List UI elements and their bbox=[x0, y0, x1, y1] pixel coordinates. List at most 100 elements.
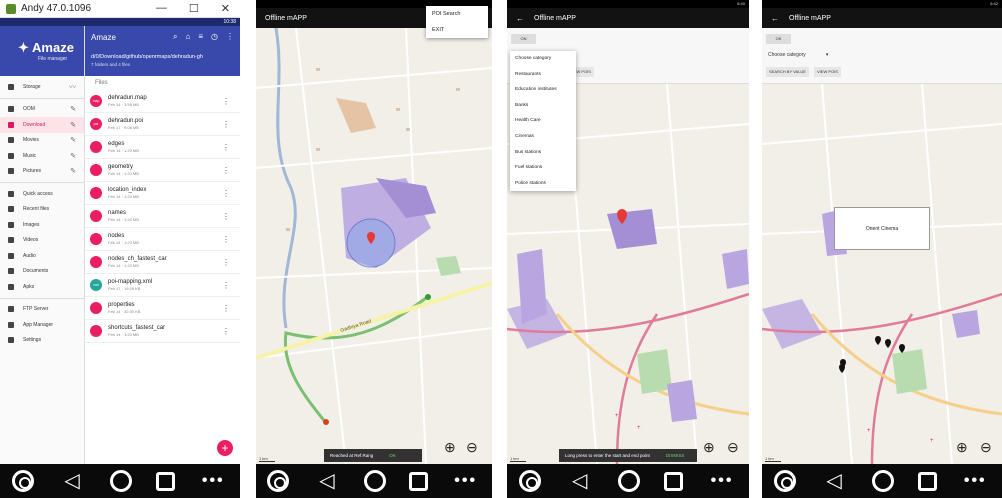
drawer-item-videos[interactable]: Videos bbox=[0, 233, 84, 249]
more-dots-icon[interactable]: ••• bbox=[960, 471, 990, 491]
file-row[interactable]: names Feb 14 · 1:20 MB ⋮ bbox=[85, 205, 240, 228]
category-option[interactable]: Fuel stations bbox=[510, 160, 576, 176]
snackbar-action[interactable]: OK bbox=[389, 453, 396, 458]
menu-item-poi-search[interactable]: POI Search bbox=[426, 6, 488, 22]
drawer-item-quick-access[interactable]: Quick access bbox=[0, 186, 84, 202]
file-menu-icon[interactable]: ⋮ bbox=[222, 258, 230, 267]
andy-home-icon[interactable] bbox=[11, 470, 34, 492]
file-menu-icon[interactable]: ⋮ bbox=[222, 212, 230, 221]
zoom-in-icon[interactable]: ⊕ bbox=[703, 439, 715, 456]
ok-button[interactable]: OK bbox=[766, 34, 791, 44]
more-dots-icon[interactable]: ••• bbox=[451, 471, 481, 491]
home-circle-icon[interactable] bbox=[872, 470, 895, 492]
menu-item-exit[interactable]: EXIT bbox=[426, 22, 488, 38]
home-circle-icon[interactable] bbox=[618, 470, 641, 492]
recents-icon[interactable] bbox=[917, 471, 937, 491]
category-select[interactable]: Choose category ▾ bbox=[768, 52, 828, 58]
map-view[interactable]: Gadhiya Road ⊕ ⊖ 1 km Reached at Ref.Ran… bbox=[256, 28, 492, 464]
drawer-item-app-manager[interactable]: App Manager bbox=[0, 317, 84, 333]
drawer-item-documents[interactable]: Documents bbox=[0, 264, 84, 280]
file-row[interactable]: map dehradun.map Feb 14 · 1:58 MB ⋮ bbox=[85, 90, 240, 113]
zoom-out-icon[interactable]: ⊖ bbox=[466, 439, 478, 456]
view-pois-button[interactable]: VIEW POIS bbox=[814, 67, 841, 77]
add-fab-button[interactable]: + bbox=[217, 440, 233, 456]
recents-icon[interactable] bbox=[664, 471, 684, 491]
drawer-item-settings[interactable]: Settings bbox=[0, 333, 84, 349]
back-arrow-icon[interactable]: ← bbox=[516, 14, 524, 23]
drawer-item-oom[interactable]: OOM ✎ bbox=[0, 102, 84, 118]
andy-home-icon[interactable] bbox=[773, 470, 796, 492]
file-menu-icon[interactable]: ⋮ bbox=[222, 120, 230, 129]
recents-icon[interactable] bbox=[155, 471, 175, 491]
zoom-in-icon[interactable]: ⊕ bbox=[956, 439, 968, 456]
sort-icon[interactable]: ≡ bbox=[198, 32, 203, 42]
zoom-out-icon[interactable]: ⊖ bbox=[980, 439, 992, 456]
history-icon[interactable]: ◷ bbox=[211, 32, 218, 42]
edit-icon[interactable]: ✎ bbox=[70, 136, 76, 144]
recents-icon[interactable] bbox=[409, 471, 429, 491]
search-icon[interactable]: ⌕ bbox=[173, 32, 177, 42]
zoom-in-icon[interactable]: ⊕ bbox=[444, 439, 456, 456]
category-option[interactable]: Banks bbox=[510, 98, 576, 114]
maximize-button[interactable]: ☐ bbox=[189, 2, 199, 15]
more-dots-icon[interactable]: ••• bbox=[198, 471, 228, 491]
file-row[interactable]: geometry Feb 14 · 1:20 MB ⋮ bbox=[85, 159, 240, 182]
on-toggle-button[interactable]: ON bbox=[511, 34, 536, 44]
category-option[interactable]: Education institutes bbox=[510, 82, 576, 98]
file-row[interactable]: nodes_ch_fastest_car Feb 14 · 1:20 MB ⋮ bbox=[85, 251, 240, 274]
snackbar-action[interactable]: DISMISS bbox=[666, 453, 685, 458]
file-menu-icon[interactable]: ⋮ bbox=[222, 235, 230, 244]
andy-home-icon[interactable] bbox=[267, 470, 290, 492]
back-icon[interactable]: ◁ bbox=[565, 471, 595, 491]
category-option[interactable]: Cinemas bbox=[510, 129, 576, 145]
drawer-item-download[interactable]: Download ✎ bbox=[0, 117, 84, 133]
map-view[interactable]: + + ⊕ ⊖ 1 km bbox=[762, 84, 1002, 464]
file-row[interactable]: xml poi-mapping.xml Feb 17 · 19:29 KB ⋮ bbox=[85, 274, 240, 297]
back-icon[interactable]: ◁ bbox=[57, 471, 87, 491]
home-circle-icon[interactable] bbox=[364, 470, 387, 492]
category-option[interactable]: Police stations bbox=[510, 176, 576, 192]
back-icon[interactable]: ◁ bbox=[819, 471, 849, 491]
home-icon[interactable]: ⌂ bbox=[186, 32, 191, 42]
drawer-item-movies[interactable]: Movies ✎ bbox=[0, 133, 84, 149]
file-menu-icon[interactable]: ⋮ bbox=[222, 327, 230, 336]
drawer-item-images[interactable]: Images bbox=[0, 217, 84, 233]
file-row[interactable]: location_index Feb 14 · 1:20 MB ⋮ bbox=[85, 182, 240, 205]
drawer-item-apks[interactable]: Apks bbox=[0, 279, 84, 295]
drawer-item-music[interactable]: Music ✎ bbox=[0, 148, 84, 164]
andy-home-icon[interactable] bbox=[518, 470, 541, 492]
file-menu-icon[interactable]: ⋮ bbox=[222, 166, 230, 175]
search-by-value-button[interactable]: SEARCH BY VALUE bbox=[766, 67, 809, 77]
overflow-menu-icon[interactable]: ⋮ bbox=[226, 32, 234, 42]
file-menu-icon[interactable]: ⋮ bbox=[222, 189, 230, 198]
file-row[interactable]: shortcuts_fastest_car Feb 14 · 1:20 MB ⋮ bbox=[85, 320, 240, 343]
category-option[interactable]: Restaurants bbox=[510, 67, 576, 83]
home-circle-icon[interactable] bbox=[110, 470, 133, 492]
category-option[interactable]: Bus stations bbox=[510, 145, 576, 161]
drawer-item-recent-files[interactable]: Recent files bbox=[0, 202, 84, 218]
current-path[interactable]: d/0/Download/github/openrmaps/dehradun-g… bbox=[91, 54, 234, 60]
file-row[interactable]: nodes Feb 14 · 1:20 MB ⋮ bbox=[85, 228, 240, 251]
zoom-out-icon[interactable]: ⊖ bbox=[727, 439, 739, 456]
more-dots-icon[interactable]: ••• bbox=[707, 471, 737, 491]
file-menu-icon[interactable]: ⋮ bbox=[222, 281, 230, 290]
back-arrow-icon[interactable]: ← bbox=[771, 14, 779, 23]
back-icon[interactable]: ◁ bbox=[312, 471, 342, 491]
category-option[interactable]: Health Care bbox=[510, 113, 576, 129]
drawer-item-pictures[interactable]: Pictures ✎ bbox=[0, 164, 84, 180]
drawer-item-storage[interactable]: Storage 〰 bbox=[0, 79, 84, 95]
edit-icon[interactable]: ✎ bbox=[70, 105, 76, 113]
edit-icon[interactable]: ✎ bbox=[70, 167, 76, 175]
edit-icon[interactable]: ✎ bbox=[70, 152, 76, 160]
drawer-item-ftp-server[interactable]: FTP Server bbox=[0, 302, 84, 318]
file-menu-icon[interactable]: ⋮ bbox=[222, 304, 230, 313]
file-row[interactable]: edges Feb 14 · 1:20 MB ⋮ bbox=[85, 136, 240, 159]
poi-info-dialog[interactable]: Orient Cinema bbox=[834, 207, 930, 250]
edit-icon[interactable]: ✎ bbox=[70, 121, 76, 129]
minimize-button[interactable]: — bbox=[156, 2, 167, 15]
drawer-item-audio[interactable]: Audio bbox=[0, 248, 84, 264]
file-row[interactable]: poi dehradun.poi Feb 17 · 9:08 MB ⋮ bbox=[85, 113, 240, 136]
category-option[interactable]: Choose category bbox=[510, 51, 576, 67]
file-row[interactable]: properties Feb 14 · 32:00 KB ⋮ bbox=[85, 297, 240, 320]
file-menu-icon[interactable]: ⋮ bbox=[222, 143, 230, 152]
